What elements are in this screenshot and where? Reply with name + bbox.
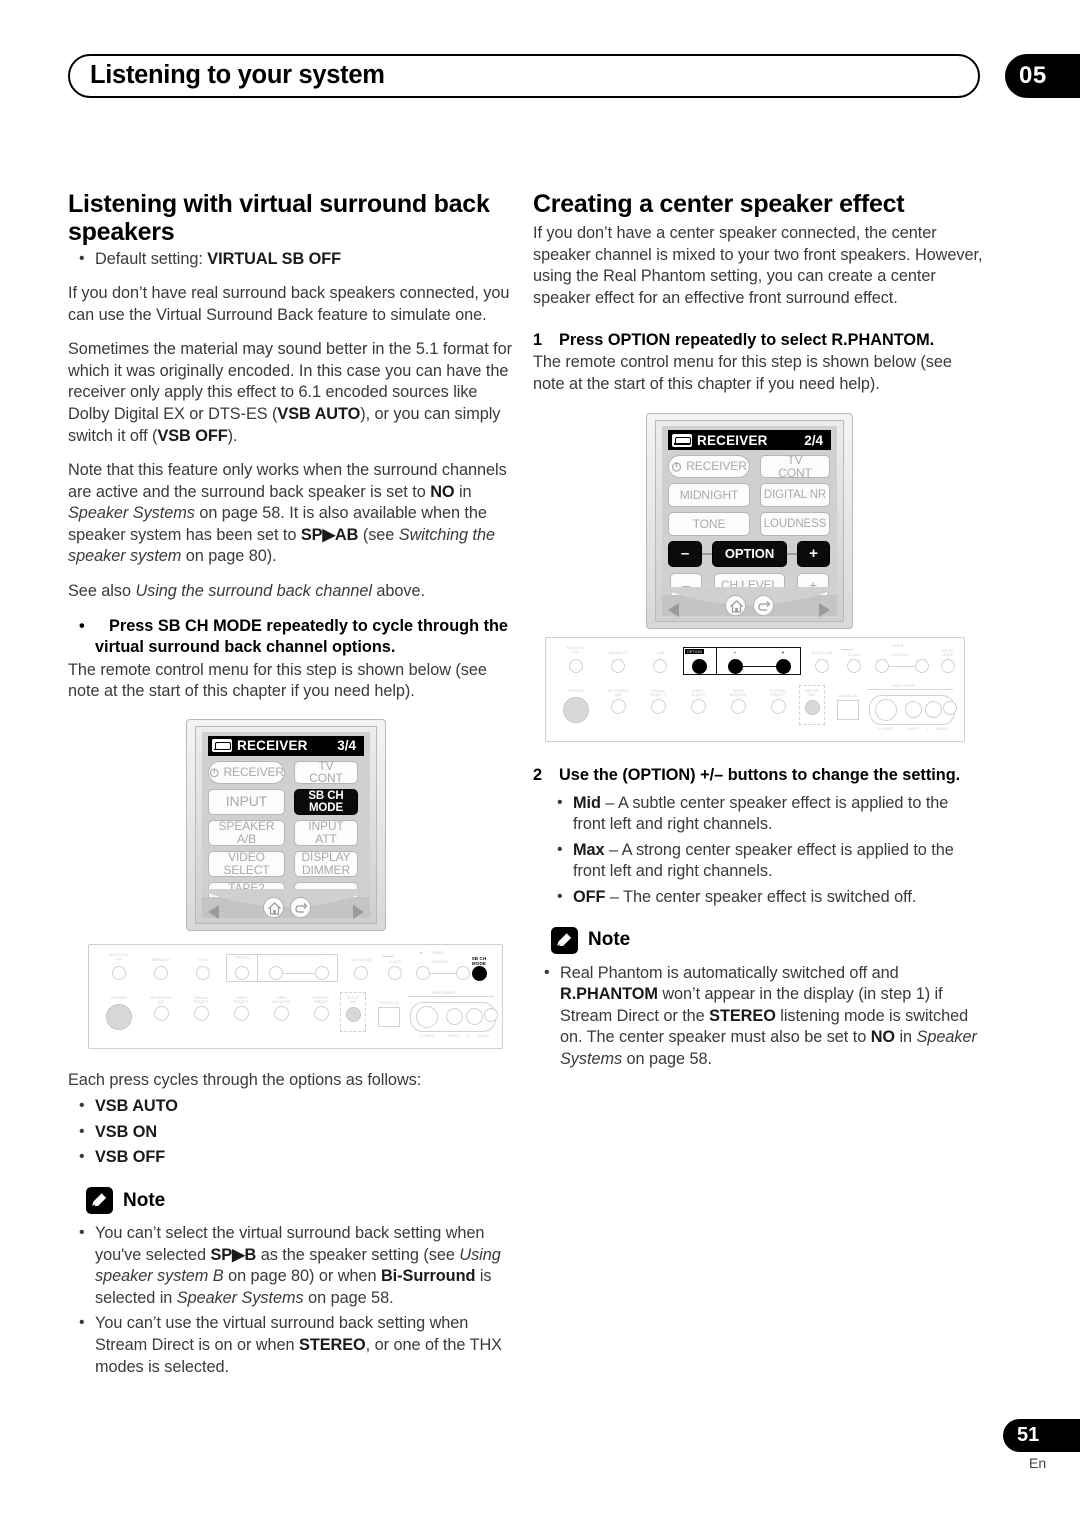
nav-right-arrow-icon[interactable] (819, 603, 830, 618)
right-note-item-1: Real Phantom is automatically switched o… (533, 962, 983, 1071)
chapter-number: 05 (1019, 62, 1047, 89)
footer-language: En (1029, 1455, 1047, 1471)
remote-page-right: 2/4 (804, 432, 823, 448)
remote-title-left: RECEIVER (237, 738, 308, 754)
option-item-mid: Mid – A subtle center speaker effect is … (533, 792, 983, 836)
right-options-list: Mid – A subtle center speaker effect is … (533, 792, 983, 909)
remote-control-diagram-left: RECEIVER 3/4 RECEIVER TV CONT INPUT SB C… (68, 718, 518, 937)
page-title: Listening to your system (90, 61, 385, 89)
remote-button-display-dimmer[interactable]: DISPLAY DIMMER (294, 850, 358, 877)
home-button[interactable] (263, 896, 284, 918)
left-note-item-2: You can’t use the virtual surround back … (68, 1312, 518, 1378)
option-item-off: OFF – The center speaker effect is switc… (533, 886, 983, 909)
cycle-option-item: VSB ON (68, 1121, 518, 1144)
remote-button-sb-ch-mode[interactable]: SB CH MODE (294, 788, 358, 815)
right-column: Creating a center speaker effect If you … (533, 190, 983, 1084)
remote-button-speaker-ab[interactable]: SPEAKER A/B (208, 819, 285, 846)
cycle-option-item: VSB OFF (68, 1147, 518, 1169)
receiver-icon (672, 433, 692, 447)
back-button[interactable] (290, 896, 311, 918)
remote-button-digital-nr[interactable]: DIGITAL NR (760, 483, 830, 508)
default-setting-value: VIRTUAL SB OFF (207, 249, 342, 268)
default-setting-list: Default setting: VIRTUAL SB OFF (68, 248, 518, 271)
remote-control-diagram-right: RECEIVER 2/4 RECEIVER TV CONT MIDNIGHT D… (533, 413, 983, 635)
left-column: Listening with virtual surround back spe… (68, 190, 518, 1391)
remote-power-button-right[interactable]: RECEIVER (668, 455, 750, 479)
note-header-left: Note (86, 1187, 518, 1215)
right-step-2: 2 Use the (OPTION) +/– buttons to change … (533, 766, 961, 785)
back-arrow-icon (295, 902, 308, 913)
remote-button-tone[interactable]: TONE (668, 512, 750, 537)
remote-button-input[interactable]: INPUT (208, 788, 285, 815)
note-label-left: Note (123, 1189, 166, 1211)
cycle-option-item: VSB AUTO (68, 1095, 518, 1118)
left-step-bullet: Press SB CH MODE repeatedly to cycle thr… (68, 616, 518, 659)
remote-title-right: RECEIVER (697, 432, 768, 448)
note-label-right: Note (588, 929, 631, 951)
right-step-1: 1 Press OPTION repeatedly to select R.PHA… (533, 330, 935, 349)
left-note-list: You can’t select the virtual surround ba… (68, 1222, 518, 1378)
right-step-1-sub: The remote control menu for this step is… (533, 353, 952, 393)
remote-nav-curve (202, 888, 370, 907)
remote-option-button[interactable]: OPTION (712, 541, 787, 568)
remote-power-button-left[interactable]: RECEIVER (208, 760, 285, 784)
left-paragraph-1: If you don’t have real surround back spe… (68, 284, 510, 324)
remote-button-tv-cont[interactable]: TV CONT (294, 759, 358, 785)
cycle-intro: Each press cycles through the options as… (68, 1070, 422, 1089)
back-arrow-icon (758, 601, 771, 611)
remote-title-bar-left: RECEIVER 3/4 (208, 735, 364, 756)
panel-highlight-sb-ch-mode (472, 965, 487, 981)
remote-button-video-select[interactable]: VIDEO SELECT (208, 850, 285, 877)
power-icon (209, 767, 219, 778)
back-button[interactable] (753, 595, 774, 617)
remote-button-input-att[interactable]: INPUT ATT (294, 819, 358, 846)
remote-button-midnight[interactable]: MIDNIGHT (668, 483, 750, 508)
pencil-icon (551, 926, 578, 954)
cycle-options-list: VSB AUTO VSB ON VSB OFF (68, 1095, 518, 1169)
home-icon (729, 600, 744, 613)
default-setting-item: Default setting: VIRTUAL SB OFF (68, 248, 518, 271)
chapter-tab: 05 (1005, 54, 1080, 98)
footer-page-number: 51 (1017, 1424, 1040, 1446)
remote-button-loudness[interactable]: LOUDNESS (760, 512, 830, 537)
left-section-heading: Listening with virtual surround back spe… (68, 190, 490, 247)
left-step-sub: The remote control menu for this step is… (68, 660, 487, 701)
left-paragraph-4: See also Using the surround back channel… (68, 582, 425, 601)
front-panel-diagram-left: ACOUSTIC CAL. MIDNIGHT TONE OPTION – + D… (68, 943, 518, 1056)
nav-left-arrow-icon[interactable] (668, 603, 679, 618)
nav-left-arrow-icon[interactable] (208, 904, 219, 919)
remote-option-plus-button[interactable]: + (797, 541, 830, 568)
option-item-max: Max – A strong center speaker effect is … (533, 839, 983, 883)
note-header-right: Note (551, 926, 983, 954)
left-paragraph-3: Note that this feature only works when t… (68, 461, 507, 566)
nav-right-arrow-icon[interactable] (353, 904, 364, 919)
remote-button-tv-cont[interactable]: TV CONT (760, 454, 830, 479)
pencil-icon (86, 1187, 113, 1215)
power-icon (672, 462, 682, 472)
left-paragraph-2: Sometimes the material may sound better … (68, 340, 512, 445)
remote-title-bar-right: RECEIVER 2/4 (668, 430, 831, 451)
receiver-icon (212, 739, 232, 753)
right-paragraph-1: If you don’t have a center speaker conne… (533, 224, 983, 307)
left-note-item-1: You can’t select the virtual surround ba… (68, 1222, 518, 1309)
right-section-heading: Creating a center speaker effect (533, 190, 905, 218)
home-button[interactable] (725, 595, 746, 617)
remote-option-minus-button[interactable]: – (668, 541, 702, 568)
home-icon (267, 901, 282, 915)
page-header: Listening to your system (68, 54, 980, 98)
remote-nav-curve (662, 587, 837, 606)
footer-page-tab: 51 (1003, 1419, 1080, 1452)
front-panel-diagram-right: ACOUSTIC CAL. MIDNIGHT TONE OPTION – + D… (533, 637, 983, 749)
right-note-list: Real Phantom is automatically switched o… (533, 962, 983, 1071)
remote-page-left: 3/4 (337, 738, 356, 754)
